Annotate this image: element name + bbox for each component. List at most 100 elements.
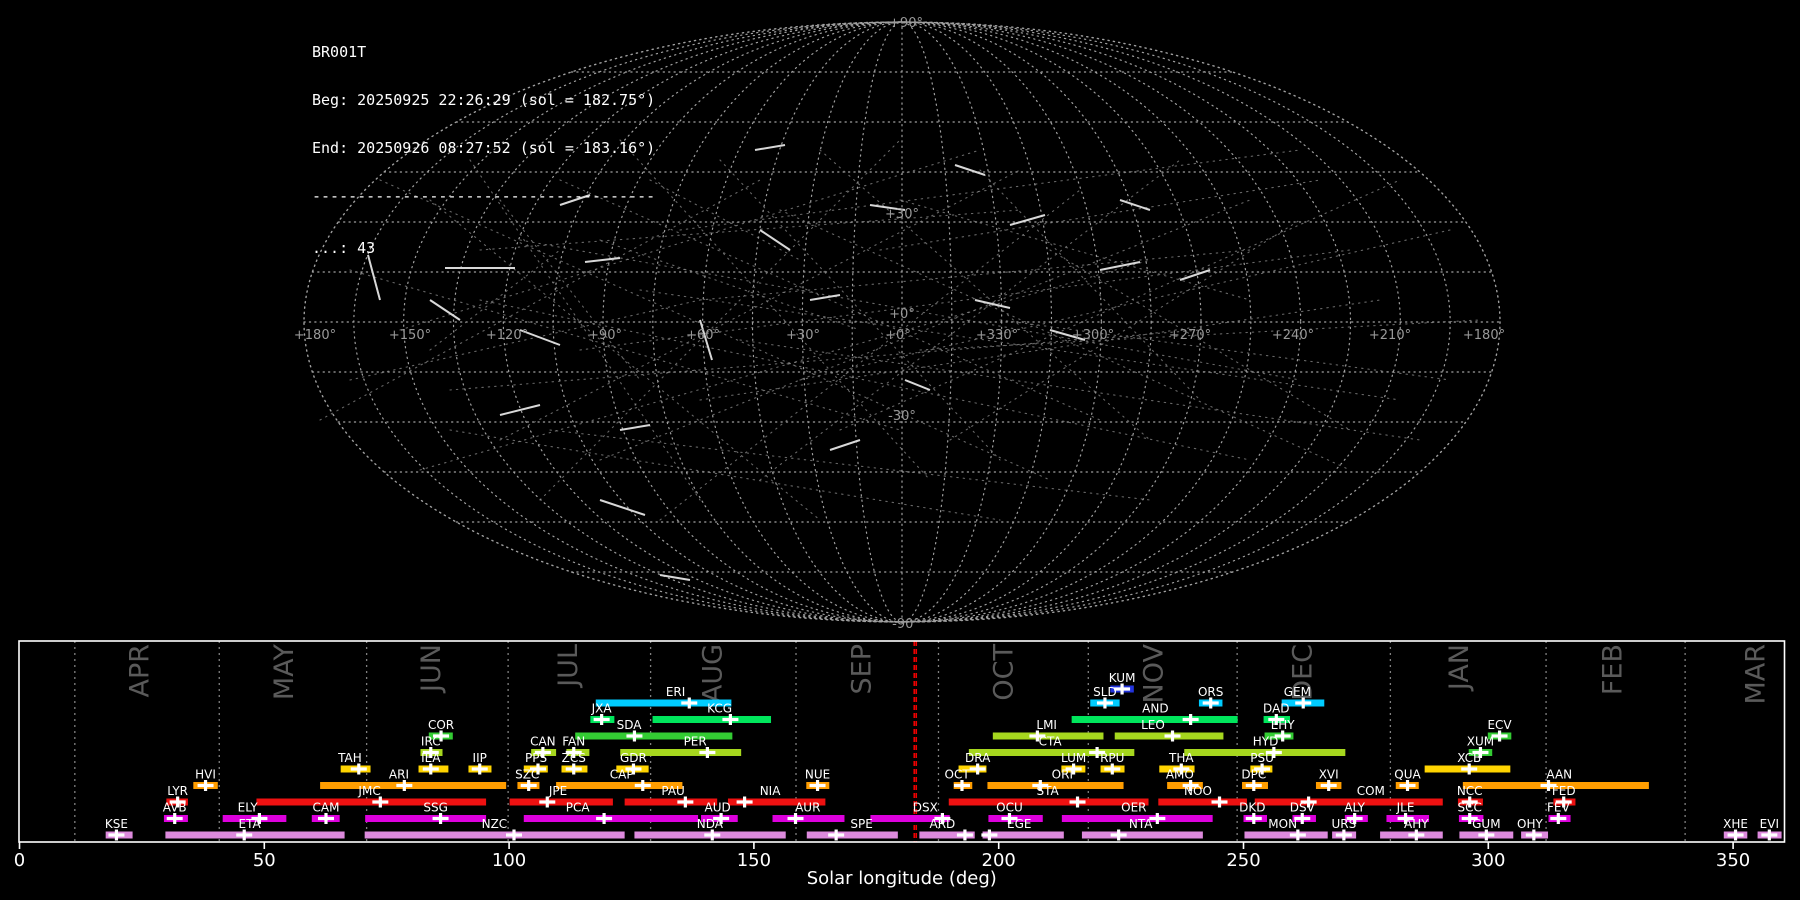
month-label: MAY [269,644,300,701]
meteor-trace [719,159,1001,461]
map-longitude-label: +330° [976,328,1018,343]
shower-code-label: GDR [620,751,647,765]
shower-code-label: LYR [167,784,188,798]
map-latitude-label: +30° [885,207,919,222]
map-longitude-label: +270° [1169,328,1211,343]
shower-activity-bar [1158,798,1247,806]
month-label: JUN [416,644,447,694]
shower-code-label: JXA [591,702,613,716]
shower-code-label: PSU [1250,751,1274,765]
shower-activity-bar [772,815,845,822]
shower-code-label: FEV [1547,801,1570,815]
shower-code-label: ZCS [562,751,586,765]
shower-code-label: NCC [1457,784,1483,798]
map-longitude-label: +180° [1463,328,1505,343]
shower-code-label: PAU [661,784,684,798]
shower-code-label: RPU [1100,751,1124,765]
station-id: BR001T [312,43,367,61]
shower-code-label: OCT [945,768,971,782]
map-longitude-label: +0° [885,328,911,343]
shower-code-label: HVI [195,768,216,782]
shower-code-label: CAN [530,735,556,749]
shower-code-label: LMI [1036,718,1057,732]
month-label: AUG [697,644,728,703]
month-label: JUL [553,644,584,689]
x-axis-title: Solar longitude (deg) [807,868,997,889]
meteor-trace [799,229,1451,381]
shower-code-label: SLD [1093,685,1117,699]
shower-activity-bar [624,798,718,806]
month-label: JAN [1444,644,1475,692]
shower-code-label: NTA [1129,817,1153,831]
meteor-segment [429,299,461,321]
shower-code-label: AAN [1546,768,1572,782]
shower-code-label: ETA [239,817,262,831]
shower-code-label: NDA [697,817,724,831]
shower-code-label: ORI [1052,768,1073,782]
shower-code-label: ARI [389,768,409,782]
meteor-trace [819,149,1151,441]
meteor-segment [829,439,861,451]
x-axis-tick-label: 350 [1716,850,1750,871]
shower-code-label: SPE [850,817,872,831]
meteor-segment [599,499,646,516]
shower-code-label: NZC [482,817,508,831]
shower-code-label: XHE [1723,817,1748,831]
shower-code-label: URS [1331,817,1356,831]
shower-code-label: PER [684,735,707,749]
shower-code-label: PCA [566,801,591,815]
meteor-segment [904,379,931,391]
shower-code-label: EVI [1760,817,1779,831]
meteor-trace [639,289,1401,401]
shower-code-label: ALY [1344,801,1365,815]
meteor-segment [1119,199,1151,211]
shower-code-label: GEM [1284,685,1311,699]
meteor-trace [549,429,1151,501]
shower-code-label: CAP [610,768,634,782]
shower-code-label: MON [1268,817,1297,831]
shower-code-label: COM [1357,784,1385,798]
shower-activity-bar [1244,831,1328,839]
shower-activity-bar [575,732,733,740]
shower-code-label: EGE [1007,817,1031,831]
separator-line: -------------------------------------- [312,187,656,205]
shower-activity-bar [509,798,613,806]
shower-activity-bar [320,782,507,789]
shower-code-label: NUE [805,768,830,782]
meteor-count-line: ...: 43 [312,239,376,257]
shower-code-label: THA [1168,751,1194,765]
app-canvas: BR001T Beg: 20250925 22:26:29 (sol = 182… [0,0,1800,900]
shower-code-label: XVI [1319,768,1339,782]
shower-code-label: KCG [707,702,732,716]
month-label: FEB [1598,644,1629,695]
meteor-segment [1009,214,1046,226]
shower-code-label: DSX [913,801,938,815]
shower-code-label: HYD [1253,735,1279,749]
shower-activity-bar [948,798,1149,806]
shower-code-label: JLE [1396,801,1415,815]
x-axis-tick-label: 100 [492,850,526,871]
shower-code-label: AHY [1404,817,1429,831]
shower-code-label: DRA [965,751,991,765]
shower-code-label: SDA [617,718,643,732]
meteor-trace [659,189,1081,521]
shower-code-label: XCB [1457,751,1481,765]
shower-activity-bar [256,798,487,806]
shower-code-label: OCU [996,801,1023,815]
month-label: APR [124,644,155,698]
shower-code-label: AUR [795,801,820,815]
shower-activity-bar [652,716,772,723]
map-longitude-label: +180° [294,328,336,343]
meteor-segment [1099,261,1141,271]
shower-code-label: CTA [1039,735,1063,749]
shower-code-label: AUD [705,801,731,815]
shower-code-label: NIA [760,784,782,798]
meteor-trace [649,179,801,261]
shower-activity-bar [165,831,345,839]
month-label: SEP [847,644,878,694]
x-axis-tick-label: 300 [1471,850,1505,871]
shower-code-label: PPS [525,751,547,765]
shower-activity-bar [365,815,487,822]
shower-activity-bar [1081,831,1203,839]
meteor-trace [619,139,931,481]
